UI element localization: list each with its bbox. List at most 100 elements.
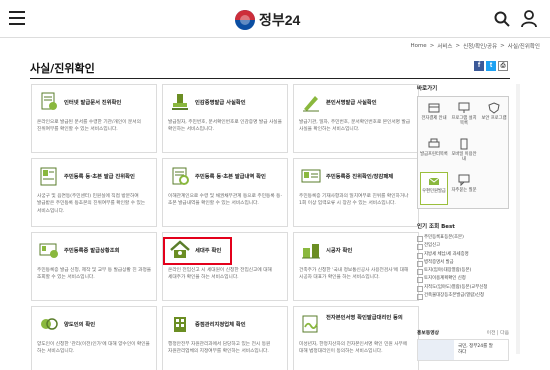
resident-register-icon [40,167,57,186]
card-title: 시공자 확인 [326,248,353,254]
card-title: 양도인의 확인 [64,322,96,328]
government-emblem-icon [235,10,255,30]
service-card[interactable]: 인터넷 발급문서 진위확인 온라인으로 발급된 문서를 수령한 기관/개인이 문… [31,84,157,153]
mail-icon [428,177,440,185]
card-desc: 온라인으로 발급된 문서를 수령한 기관/개인이 문서의 진위여부를 확인할 수… [37,120,141,133]
quick-item-printer[interactable]: 발급프린터목록 [420,136,448,169]
print-icon[interactable]: ⎙ [498,61,508,71]
title-divider [30,78,510,79]
popular-searches: 인기 조회 Best 주민등록표등본(초본) 전입신고 지방세 체납/세 과세증… [417,222,509,301]
quick-item-empty [480,136,508,169]
highlight-box [163,237,232,265]
pen-sign-icon [303,96,319,112]
service-card[interactable]: 주민등록증 진위확인/장감패제 주민등록증 기재사항과의 일치여부로 진위를 확… [293,158,419,227]
scrollbar[interactable] [516,84,520,354]
service-card[interactable]: 본인서명발급 사실확인 발급기관, 일자, 주민번호, 문서확인번호로 본인서명… [293,84,419,153]
popular-item[interactable]: 토지이용계획확인 신청 [417,275,509,284]
card-desc: 발급기관, 일자, 주민번호, 문서확인번호로 본인서명 발급 사실을 확인하는… [299,120,411,133]
search-icon[interactable] [494,11,510,27]
breadcrumb-home[interactable]: Home [410,43,426,49]
card-title: 주민등록증 발급상황조회 [64,248,120,254]
quick-item-payment[interactable]: 전자결제 안내 [420,100,448,133]
quick-item-mobile[interactable]: 모바일 이용안내 [450,136,478,169]
breadcrumb-apply[interactable]: 신청/확인/공유 [463,42,497,50]
popular-item[interactable]: 전입신고 [417,242,509,251]
card-title: 주민등록 등·초본 발급 진위확인 [64,174,135,180]
service-card[interactable]: 인감증명발급 사실확인 발급일자, 주민번호, 문서확인번호로 인감증명 발급 … [162,84,288,153]
card-desc: 주민등록증 기재사항과의 일치여부로 진위를 확인하거나 1회 이상 입력오류 … [299,194,409,207]
quick-item-mail[interactable]: 우편민원발급 [420,172,448,205]
promo-controls[interactable]: 이전 | 다음 [487,329,509,336]
card-title: 주민등록 등·초본 발급내역 확인 [195,174,266,180]
service-card[interactable]: 전자본인서명 확인발급대리인 등의 미성년자, 한정치산자의 전자본인서명 확인… [293,306,419,370]
quick-item-label: 전자결제 안내 [421,116,447,121]
quick-item-label: 발급프린터목록 [420,152,448,157]
promo-video: 홍보동영상 이전 | 다음 국민, 정부24를 말 하다 [417,329,509,361]
breadcrumb-sep: > [500,43,505,49]
card-desc: 주민등록증 발급 신청, 제작 및 교부 등 발급상황 진 과정을 조회할 수 … [37,268,152,281]
id-card-icon [301,169,321,183]
quick-item-label: 모바일 이용안내 [451,152,477,162]
transfer-icon [41,318,58,330]
twitter-icon[interactable]: t [486,61,496,71]
popular-item[interactable]: 건축물대장등초본발급(열람)신청 [417,292,509,301]
quick-item-faq[interactable]: 자주묻는 질문 [450,172,478,205]
promo-box[interactable]: 국민, 정부24를 말 하다 [417,339,509,361]
hamburger-menu-icon[interactable] [9,11,25,25]
facebook-icon[interactable]: f [474,61,484,71]
card-desc: 양도인이 신청한 '관리(이전)인가'에 대해 양수인이 확인을 하는 서비스입… [37,342,150,355]
quick-item-security[interactable]: 보안 프로그램 [480,100,508,133]
building-icon [174,317,186,332]
breadcrumb-sep: > [429,43,435,49]
constructor-icon [302,244,320,259]
site-header: 정부24 [0,0,550,38]
promo-header: 홍보동영상 이전 | 다음 [417,329,509,336]
share-buttons: f t ⎙ [474,61,508,71]
service-card[interactable]: 주민등록 등·초본 발급내역 확인 이해관계인으로 수령 및 채권채무관계 등으… [162,158,288,227]
faq-icon [458,174,470,186]
quick-item-install[interactable]: 프로그램 설치 목록 [450,100,478,133]
service-card[interactable]: 중점관리지정업체 확인 행정안전부 자원관리과에서 담당하고 있는 전시 동원 … [162,306,288,370]
printer-icon [428,138,440,148]
card-desc: 건축주가 신청한 '국내 정보통신공사 사용전검사'에 대해 시공자 대표가 확… [299,268,409,281]
quick-item-label: 프로그램 설치 목록 [451,116,477,126]
install-icon [458,102,470,113]
card-title: 중점관리지정업체 확인 [195,322,246,328]
popular-list: 주민등록표등본(초본) 전입신고 지방세 체납/세 과세증명 병적증명서 발급 … [417,234,509,301]
payment-icon [428,103,440,113]
service-card[interactable]: 양도인의 확인 양도인이 신청한 '관리(이전)인가'에 대해 양수인이 확인을… [31,306,157,370]
card-title: 인감증명발급 사실확인 [195,100,246,106]
promo-text-line: 하다 [458,350,467,355]
breadcrumb-current: 사실/진위확인 [507,44,540,50]
breadcrumb-services[interactable]: 서비스 [437,42,452,50]
quick-item-empty [480,172,508,205]
card-title: 본인서명발급 사실확인 [326,100,377,106]
logo[interactable]: 정부24 [235,9,300,31]
user-icon[interactable] [521,10,537,28]
card-desc: 행정안전부 자원관리과에서 담당하고 있는 전시 동원 자원관리업체의 지정여부… [168,342,271,355]
card-desc: 이해관계인으로 수령 및 채권채무관계 등으로 주민등록 등·초본 발급내역을 … [168,194,282,207]
mobile-icon [460,138,468,150]
document-check-icon [41,92,57,110]
card-desc: 미성년자, 한정치산자의 전자본인서명 확인 민원 사무에 대해 법정대리인이 … [299,342,408,355]
card-desc: 사궁구 및 읍면동(주민센터) 민원실에 직접 방문하여 발급받은 주민등록 등… [37,194,146,214]
popular-item[interactable]: 토지(임야)대장열람(등본) [417,267,509,276]
popular-item[interactable]: 병적증명서 발급 [417,259,509,268]
security-icon [488,102,500,114]
quick-item-label: 우편민원발급 [422,189,446,194]
quick-links: 바로가기 전자결제 안내 프로그램 설치 목록 보안 프로그램 발급프린터목록 … [417,84,509,209]
service-card[interactable]: 시공자 확인 건축주가 신청한 '국내 정보통신공사 사용전검사'에 대해 시공… [293,232,419,301]
popular-item[interactable]: 지적도(임야도)열람(등본)교부신청 [417,284,509,293]
id-status-icon [39,243,58,258]
service-card[interactable]: 주민등록증 발급상황조회 주민등록증 발급 신청, 제작 및 교부 등 발급상황… [31,232,157,301]
promo-text: 국민, 정부24를 말 하다 [458,344,493,356]
card-title: 인터넷 발급문서 진위확인 [64,100,122,106]
popular-item[interactable]: 주민등록표등본(초본) [417,234,509,243]
card-title: 주민등록증 진위확인/장감패제 [326,174,394,180]
logo-text: 정부24 [259,12,301,28]
popular-item[interactable]: 지방세 체납/세 과세증명 [417,251,509,259]
card-desc: 온라인 전입신고 시 세대원이 신청한 전입신고에 대해 세대주가 확인을 하는… [168,268,272,281]
register-history-icon [172,167,189,185]
page-title: 사실/진위확인 [30,62,95,75]
service-card[interactable]: 주민등록 등·초본 발급 진위확인 사궁구 및 읍면동(주민센터) 민원실에 직… [31,158,157,227]
